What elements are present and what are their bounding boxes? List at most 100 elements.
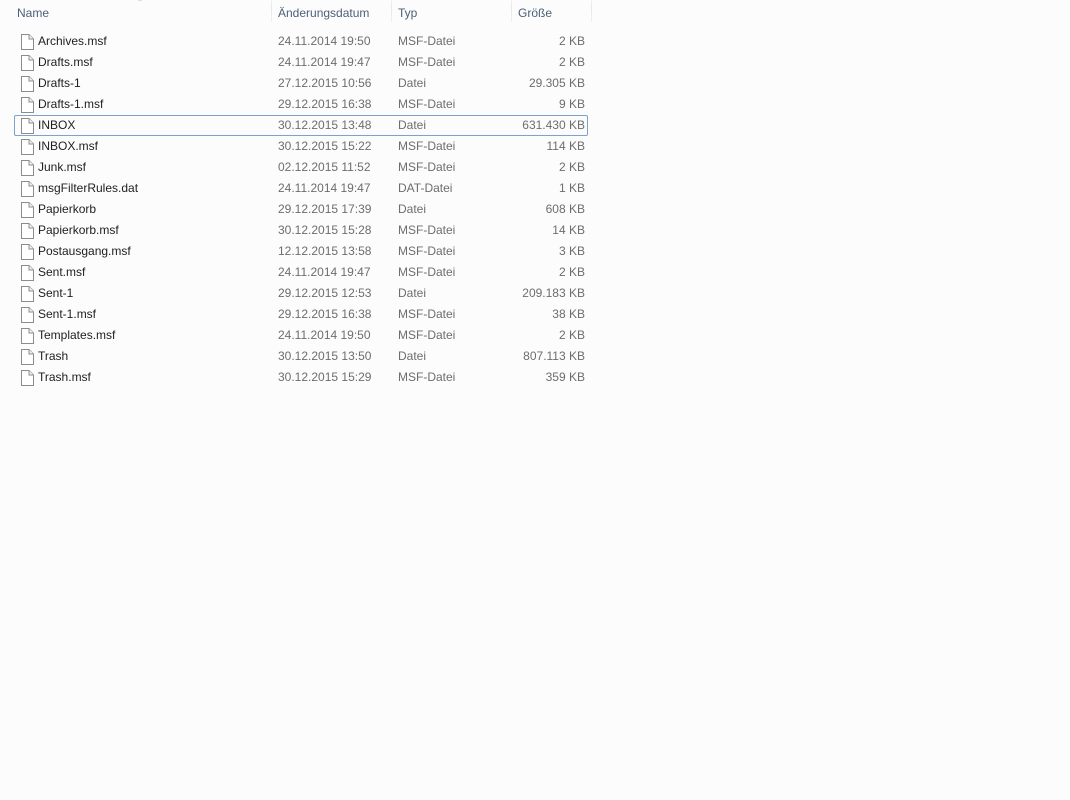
file-size: 29.305 KB (528, 76, 585, 90)
table-row[interactable]: Drafts-1.msf 29.12.2015 16:38 MSF-Datei 9 K… (14, 94, 588, 115)
file-type: Datei (398, 286, 427, 300)
file-size: 209.183 KB (522, 286, 585, 300)
file-size: 2 KB (558, 328, 585, 342)
file-icon (21, 307, 34, 323)
file-name: Trash (38, 349, 69, 363)
file-name: Postausgang.msf (38, 244, 131, 258)
file-date: 29.12.2015 16:38 (278, 307, 372, 321)
table-row[interactable]: Drafts.msf 24.11.2014 19:47 MSF-Datei 2 KB (14, 52, 588, 73)
file-date: 27.12.2015 10:56 (278, 76, 372, 90)
file-size: 14 KB (552, 223, 585, 237)
table-row[interactable]: msgFilterRules.dat 24.11.2014 19:47 DAT-Da… (14, 178, 588, 199)
file-size: 3 KB (558, 244, 585, 258)
file-name: Trash.msf (38, 370, 91, 384)
file-size: 359 KB (545, 370, 585, 384)
file-size: 38 KB (552, 307, 585, 321)
file-date: 29.12.2015 17:39 (278, 202, 372, 216)
column-divider[interactable] (591, 0, 592, 22)
file-icon (21, 349, 34, 365)
column-header-bar: Name ⌃ Änderungsdatum Typ Größe (0, 0, 592, 26)
table-row[interactable]: Trash 30.12.2015 13:50 Datei 807.113 KB (14, 346, 588, 367)
file-size: 2 KB (558, 55, 585, 69)
file-date: 30.12.2015 15:22 (278, 139, 372, 153)
file-size: 608 KB (545, 202, 585, 216)
file-date: 24.11.2014 19:50 (278, 328, 371, 342)
table-row[interactable]: Papierkorb 29.12.2015 17:39 Datei 608 KB (14, 199, 588, 220)
file-icon (21, 160, 34, 176)
file-name: Drafts-1 (38, 76, 81, 90)
file-type: DAT-Datei (398, 181, 453, 195)
file-date: 24.11.2014 19:47 (278, 55, 371, 69)
table-row[interactable]: Sent.msf 24.11.2014 19:47 MSF-Datei 2 KB (14, 262, 588, 283)
sort-up-arrow-icon: ⌃ (136, 0, 144, 7)
table-row[interactable]: Trash.msf 30.12.2015 15:29 MSF-Datei 359 KB (14, 367, 588, 388)
file-date: 29.12.2015 12:53 (278, 286, 372, 300)
file-icon (21, 223, 34, 239)
file-icon (21, 55, 34, 71)
column-header-size[interactable]: Größe (512, 0, 592, 26)
file-type: MSF-Datei (398, 97, 456, 111)
file-rows: Archives.msf 24.11.2014 19:50 MSF-Datei 2 K… (14, 31, 588, 388)
file-date: 30.12.2015 13:48 (278, 118, 372, 132)
file-date: 30.12.2015 15:28 (278, 223, 372, 237)
file-name: Sent.msf (38, 265, 86, 279)
file-size: 807.113 KB (523, 349, 585, 363)
file-type: MSF-Datei (398, 265, 456, 279)
file-icon (21, 370, 34, 386)
file-name: Templates.msf (38, 328, 116, 342)
column-header-date[interactable]: Änderungsdatum (272, 0, 392, 26)
file-type: MSF-Datei (398, 328, 456, 342)
file-size: 2 KB (558, 265, 585, 279)
file-name: INBOX.msf (38, 139, 99, 153)
file-size: 114 KB (546, 139, 585, 153)
file-size: 2 KB (558, 34, 585, 48)
file-icon (21, 139, 34, 155)
file-icon (21, 328, 34, 344)
file-name: Drafts-1.msf (38, 97, 104, 111)
file-date: 24.11.2014 19:47 (278, 181, 371, 195)
file-icon (21, 76, 34, 92)
file-type: MSF-Datei (398, 244, 456, 258)
file-icon (21, 97, 34, 113)
file-name: Junk.msf (38, 160, 87, 174)
table-row[interactable]: Drafts-1 27.12.2015 10:56 Datei 29.305 KB (14, 73, 588, 94)
file-type: MSF-Datei (398, 307, 456, 321)
file-icon (21, 265, 34, 281)
file-name: INBOX (38, 118, 76, 132)
table-row[interactable]: Postausgang.msf 12.12.2015 13:58 MSF-Datei… (14, 241, 588, 262)
file-name: Papierkorb.msf (38, 223, 119, 237)
file-icon (21, 181, 34, 197)
file-date: 30.12.2015 15:29 (278, 370, 372, 384)
file-icon (21, 202, 34, 218)
file-type: Datei (398, 202, 427, 216)
file-list-view[interactable]: Name ⌃ Änderungsdatum Typ Größe Archives… (0, 0, 1070, 800)
file-name: msgFilterRules.dat (38, 181, 139, 195)
file-size: 2 KB (558, 160, 585, 174)
file-date: 29.12.2015 16:38 (278, 97, 372, 111)
file-size: 9 KB (558, 97, 585, 111)
file-size: 631.430 KB (522, 118, 585, 132)
file-date: 24.11.2014 19:47 (278, 265, 371, 279)
file-date: 12.12.2015 13:58 (278, 244, 372, 258)
file-date: 30.12.2015 13:50 (278, 349, 372, 363)
table-row[interactable]: Papierkorb.msf 30.12.2015 15:28 MSF-Datei 1… (14, 220, 588, 241)
file-date: 02.12.2015 11:52 (278, 160, 371, 174)
file-icon (21, 118, 34, 134)
file-icon (21, 286, 34, 302)
table-row[interactable]: Templates.msf 24.11.2014 19:50 MSF-Datei 2 … (14, 325, 588, 346)
table-row[interactable]: INBOX 30.12.2015 13:48 Datei 631.430 KB (14, 115, 588, 136)
file-name: Papierkorb (38, 202, 97, 216)
column-header-type[interactable]: Typ (392, 0, 512, 26)
file-type: MSF-Datei (398, 160, 456, 174)
table-row[interactable]: Sent-1 29.12.2015 12:53 Datei 209.183 KB (14, 283, 588, 304)
table-row[interactable]: Sent-1.msf 29.12.2015 16:38 MSF-Datei 38 KB (14, 304, 588, 325)
file-type: MSF-Datei (398, 34, 456, 48)
file-date: 24.11.2014 19:50 (278, 34, 371, 48)
file-type: MSF-Datei (398, 55, 456, 69)
table-row[interactable]: Junk.msf 02.12.2015 11:52 MSF-Datei 2 KB (14, 157, 588, 178)
file-type: MSF-Datei (398, 370, 456, 384)
table-row[interactable]: Archives.msf 24.11.2014 19:50 MSF-Datei 2 K… (14, 31, 588, 52)
file-type: Datei (398, 349, 427, 363)
table-row[interactable]: INBOX.msf 30.12.2015 15:22 MSF-Datei 114 KB (14, 136, 588, 157)
file-type: Datei (398, 118, 427, 132)
